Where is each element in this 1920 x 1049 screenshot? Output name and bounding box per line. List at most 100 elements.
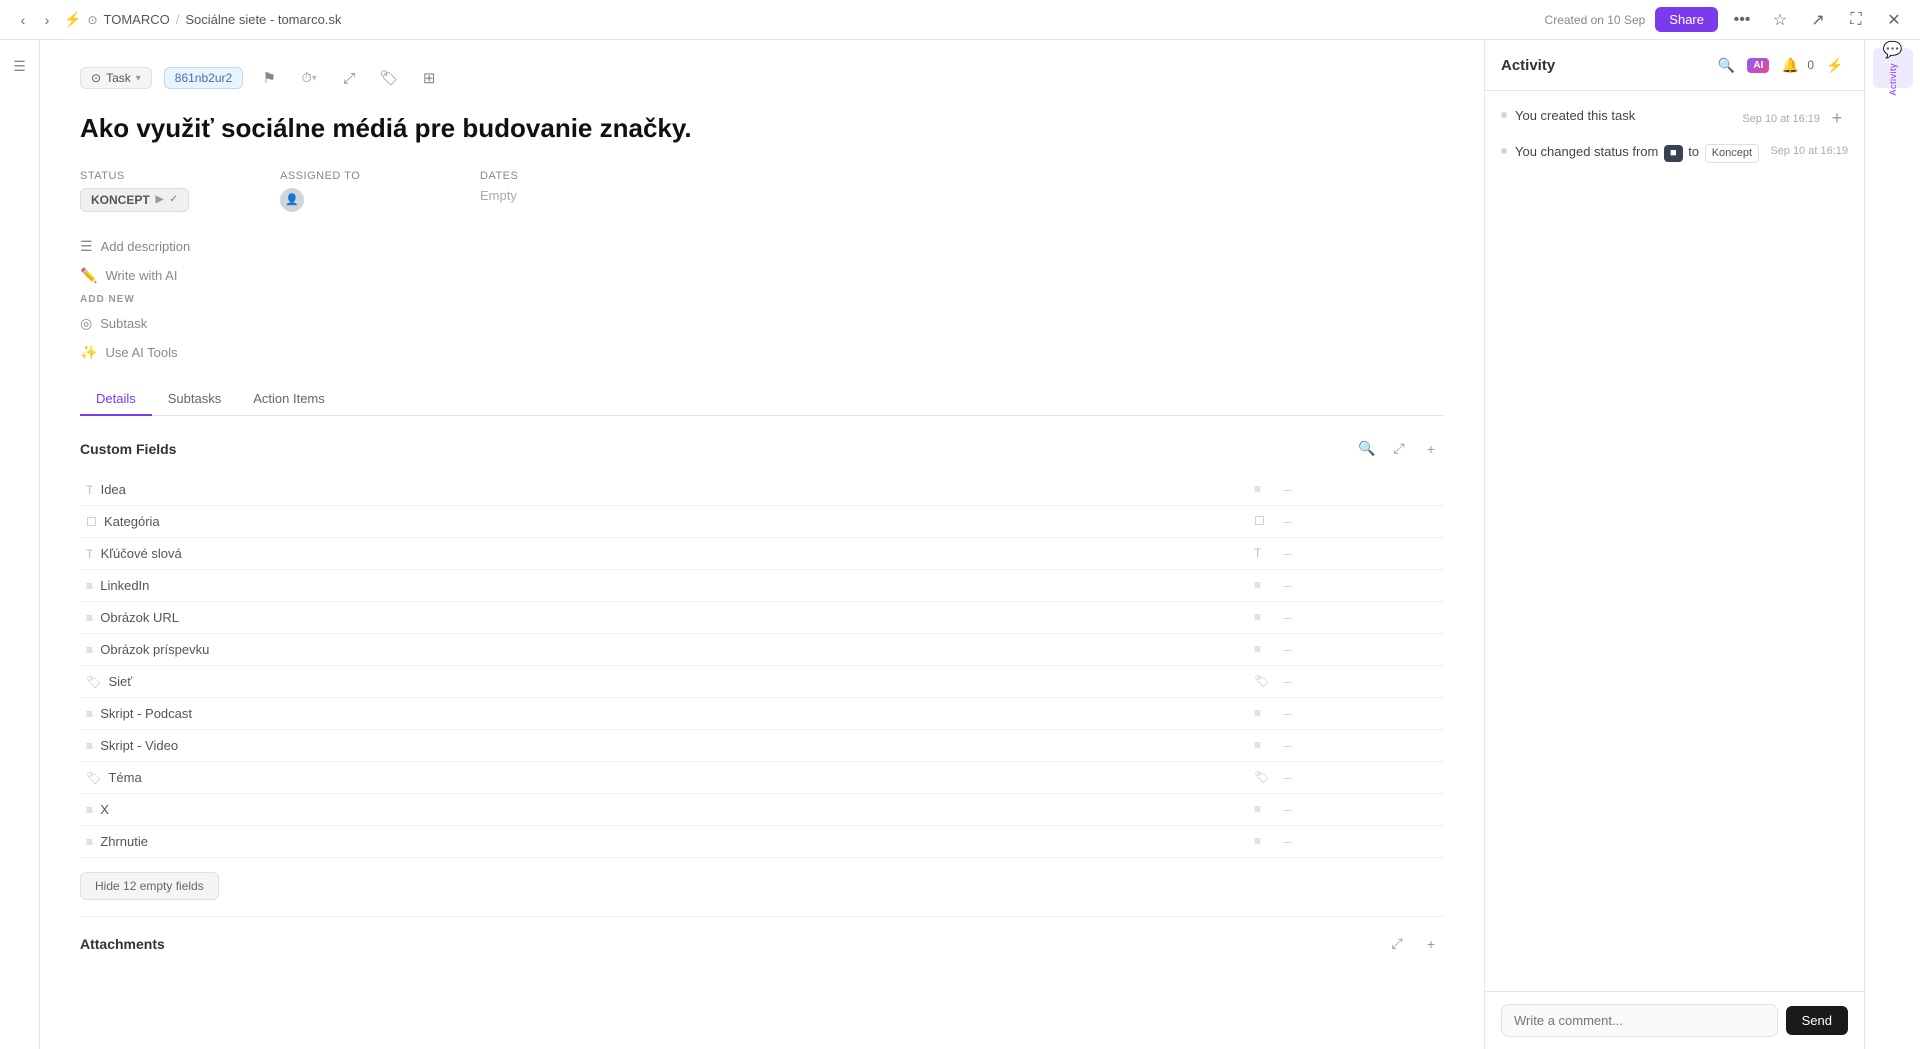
expand-custom-fields-button[interactable]: ⤢	[1386, 436, 1412, 462]
status-badge[interactable]: KONCEPT ▶ ✓	[80, 188, 189, 212]
open-external-button[interactable]: ↗	[1804, 6, 1832, 34]
main-layout: ☰ ⊙ Task ▾ 861nb2ur2 ⚑ ⏱ ▾ ⤢ 🏷 ⊞ Ako vyu…	[0, 40, 1920, 1049]
notification-bell-button[interactable]: 🔔	[1777, 52, 1803, 78]
add-attachment-button[interactable]: +	[1418, 931, 1444, 957]
status-field-group: Status KONCEPT ▶ ✓	[80, 170, 280, 212]
search-activity-button[interactable]: 🔍	[1713, 52, 1739, 78]
breadcrumb-project[interactable]: TOMARCO	[104, 12, 170, 27]
content-area: ⊙ Task ▾ 861nb2ur2 ⚑ ⏱ ▾ ⤢ 🏷 ⊞ Ako využi…	[40, 40, 1484, 1049]
tag-button[interactable]: 🏷	[375, 64, 403, 92]
skript-video-field-type-icon: ≡	[1248, 729, 1278, 761]
activity-dot	[1501, 112, 1507, 118]
search-custom-fields-button[interactable]: 🔍	[1354, 436, 1380, 462]
share-button[interactable]: Share	[1655, 7, 1718, 32]
star-button[interactable]: ☆	[1766, 6, 1794, 34]
add-description-button[interactable]: ☰ Add description	[80, 232, 1444, 261]
skript-podcast-field-value[interactable]: –	[1278, 697, 1444, 729]
table-row: ☐ Kategória ☐ –	[80, 505, 1444, 537]
write-with-ai-button[interactable]: ✏️ Write with AI	[80, 261, 1444, 290]
bell-count: 0	[1807, 58, 1814, 72]
toggle-sidebar-button[interactable]: ☰	[6, 52, 34, 80]
obrazok-prispevku-field-value[interactable]: –	[1278, 633, 1444, 665]
tema-field-value[interactable]: –	[1278, 761, 1444, 793]
klucove-field-value[interactable]: –	[1278, 537, 1444, 569]
kategoria-field-value[interactable]: –	[1278, 505, 1444, 537]
obrazok-url-field-value[interactable]: –	[1278, 601, 1444, 633]
expand-attachments-button[interactable]: ⤢	[1384, 931, 1410, 957]
fields-row: Status KONCEPT ▶ ✓ Assigned to 👤	[80, 170, 1444, 212]
subtask-button[interactable]: ◎ Subtask	[80, 309, 1444, 338]
activity-sidebar-button[interactable]: 💬 Activity	[1873, 48, 1913, 88]
send-comment-button[interactable]: Send	[1786, 1006, 1848, 1035]
breadcrumb-separator: /	[176, 12, 180, 27]
field-name-klucove-slova: T Kľúčové slová	[80, 537, 1248, 569]
nav-arrows: ‹ ›	[12, 9, 58, 31]
activity-sidebar-label: Activity	[1888, 63, 1898, 96]
linkedin-field-value[interactable]: –	[1278, 569, 1444, 601]
close-button[interactable]: ✕	[1880, 6, 1908, 34]
assignee-avatar[interactable]: 👤	[280, 188, 304, 212]
dates-value[interactable]: Empty	[480, 188, 680, 203]
nav-forward-button[interactable]: ›	[36, 9, 58, 31]
expand-button[interactable]: ⤢	[335, 64, 363, 92]
activity-item-2-content: You changed status from ■ to Koncept	[1501, 143, 1761, 163]
top-bar-right: Created on 10 Sep Share ••• ☆ ↗ ⛶ ✕	[1545, 6, 1908, 34]
zhrnutie-field-icon: ≡	[86, 835, 93, 849]
time-track-button[interactable]: ⏱ ▾	[295, 64, 323, 92]
screenshot-button[interactable]: ⊞	[415, 64, 443, 92]
klucove-field-icon: T	[86, 547, 93, 561]
tema-field-type-icon: 🏷	[1248, 761, 1278, 793]
idea-field-type-icon: ≡	[1248, 474, 1278, 506]
activity-item-2-time-group: Sep 10 at 16:19	[1770, 143, 1848, 157]
obrazok-prispevku-field-type-icon: ≡	[1248, 633, 1278, 665]
sidebar-toggle: ☰	[0, 40, 40, 1049]
tabs: Details Subtasks Action Items	[80, 383, 1444, 416]
task-id-badge[interactable]: 861nb2ur2	[164, 67, 243, 89]
dates-field-group: Dates Empty	[480, 170, 680, 212]
x-field-value[interactable]: –	[1278, 793, 1444, 825]
assignee-label: Assigned to	[280, 170, 480, 182]
task-type-label: Task	[106, 71, 131, 85]
activity-add-button[interactable]: +	[1826, 107, 1848, 129]
write-with-ai-label: Write with AI	[105, 268, 177, 283]
activity-item-2-text: You changed status from ■ to Koncept	[1515, 143, 1761, 163]
table-row: T Kľúčové slová T –	[80, 537, 1444, 569]
siet-field-value[interactable]: –	[1278, 665, 1444, 697]
tab-details[interactable]: Details	[80, 383, 152, 416]
add-custom-field-button[interactable]: +	[1418, 436, 1444, 462]
tema-field-icon: 🏷	[86, 771, 101, 785]
custom-fields-title: Custom Fields	[80, 441, 176, 457]
task-title[interactable]: Ako využiť sociálne médiá pre budovanie …	[80, 112, 1444, 146]
status-text: KONCEPT	[91, 193, 150, 207]
activity-item: You created this task Sep 10 at 16:19 +	[1501, 107, 1848, 129]
table-row: ≡ Skript - Podcast ≡ –	[80, 697, 1444, 729]
assignee-value: 👤	[280, 188, 480, 212]
hide-empty-fields-button[interactable]: Hide 12 empty fields	[80, 872, 219, 900]
activity-dot	[1501, 148, 1507, 154]
field-name-linkedin: ≡ LinkedIn	[80, 569, 1248, 601]
zhrnutie-field-value[interactable]: –	[1278, 825, 1444, 857]
filter-activity-button[interactable]: ⚡	[1822, 52, 1848, 78]
field-name-tema: 🏷 Téma	[80, 761, 1248, 793]
table-row: ≡ Zhrnutie ≡ –	[80, 825, 1444, 857]
breadcrumb-page[interactable]: Sociálne siete - tomarco.sk	[185, 12, 341, 27]
obrazok-url-field-type-icon: ≡	[1248, 601, 1278, 633]
flag-button[interactable]: ⚑	[255, 64, 283, 92]
obrazok-prispevku-field-icon: ≡	[86, 643, 93, 657]
task-type-badge[interactable]: ⊙ Task ▾	[80, 67, 152, 89]
field-name-x: ≡ X	[80, 793, 1248, 825]
tab-action-items[interactable]: Action Items	[237, 383, 341, 416]
new-status-pill: Koncept	[1705, 144, 1759, 163]
skript-video-field-value[interactable]: –	[1278, 729, 1444, 761]
nav-back-button[interactable]: ‹	[12, 9, 34, 31]
ai-badge[interactable]: AI	[1747, 58, 1769, 73]
fullscreen-button[interactable]: ⛶	[1842, 6, 1870, 34]
tab-subtasks[interactable]: Subtasks	[152, 383, 237, 416]
attachments-title: Attachments	[80, 936, 165, 952]
lightning-icon: ⚡	[64, 11, 81, 28]
idea-field-value[interactable]: –	[1278, 474, 1444, 506]
field-name-obrazok-url: ≡ Obrázok URL	[80, 601, 1248, 633]
comment-input[interactable]	[1501, 1004, 1778, 1037]
use-ai-tools-button[interactable]: ✨ Use AI Tools	[80, 338, 1444, 367]
more-options-button[interactable]: •••	[1728, 6, 1756, 34]
